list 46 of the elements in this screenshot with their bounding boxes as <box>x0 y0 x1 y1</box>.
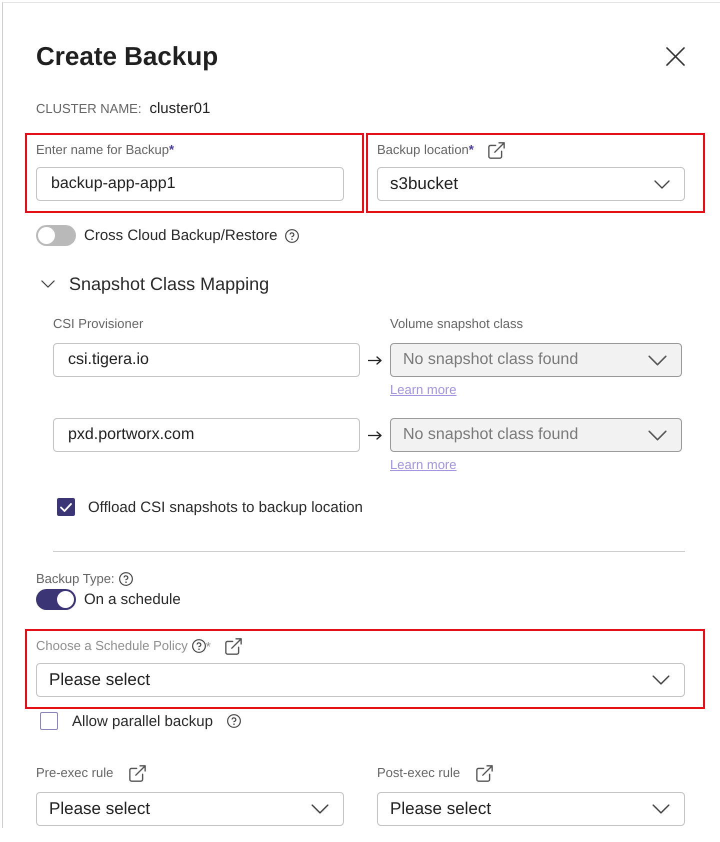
chevron-down-icon <box>648 354 667 366</box>
checkbox[interactable] <box>40 712 58 730</box>
field-label: Pre-exec rule <box>36 765 114 781</box>
cluster-name-label: CLUSTER NAME: <box>36 101 142 117</box>
help-icon[interactable] <box>192 639 206 653</box>
toggle-switch[interactable] <box>36 225 76 246</box>
dialog-title: Create Backup <box>36 40 218 72</box>
external-link-icon[interactable] <box>488 142 505 158</box>
chevron-down-icon <box>652 675 670 685</box>
backup-name-input[interactable]: backup-app-app1 <box>36 167 344 201</box>
help-icon[interactable] <box>118 572 133 586</box>
checkbox-label: Offload CSI snapshots to backup location <box>88 498 363 516</box>
chevron-down-icon <box>652 804 670 814</box>
required-asterisk: * <box>206 638 211 654</box>
chevron-down-icon <box>41 280 55 288</box>
backup-location-select[interactable]: s3bucket <box>377 167 685 201</box>
external-link-icon[interactable] <box>224 638 242 654</box>
help-icon[interactable] <box>285 228 300 242</box>
arrow-right-icon <box>368 430 382 440</box>
help-icon[interactable] <box>226 714 241 728</box>
cluster-name-value: cluster01 <box>149 100 210 117</box>
arrow-right-icon <box>368 356 382 364</box>
close-icon <box>666 46 685 66</box>
column-header: Volume snapshot class <box>390 316 524 332</box>
field-label: Choose a Schedule Policy <box>36 638 188 654</box>
field-label: Enter name for Backup* <box>36 142 174 158</box>
rule-select[interactable]: Please select <box>377 792 685 826</box>
check-icon <box>60 502 72 512</box>
checkbox[interactable] <box>57 498 75 516</box>
external-link-icon[interactable] <box>476 764 494 782</box>
column-header: CSI Provisioner <box>53 316 144 332</box>
field-label: Post-exec rule <box>377 765 460 781</box>
toggle-switch[interactable] <box>36 589 76 610</box>
section-toggle[interactable]: Snapshot Class Mapping <box>36 273 270 295</box>
toggle-label: Cross Cloud Backup/Restore <box>84 227 278 244</box>
field-label: Backup Type: <box>36 571 115 587</box>
toggle-label: On a schedule <box>84 591 181 608</box>
close-button[interactable] <box>666 46 685 66</box>
field-label: Backup location* <box>377 142 474 158</box>
chevron-down-icon <box>311 804 329 814</box>
external-link-icon[interactable] <box>129 764 146 782</box>
checkbox-label: Allow parallel backup <box>72 712 213 730</box>
schedule-policy-select[interactable]: Please select <box>36 663 685 697</box>
chevron-down-icon <box>654 180 670 188</box>
chevron-down-icon <box>648 430 667 440</box>
rule-select[interactable]: Please select <box>36 792 344 826</box>
